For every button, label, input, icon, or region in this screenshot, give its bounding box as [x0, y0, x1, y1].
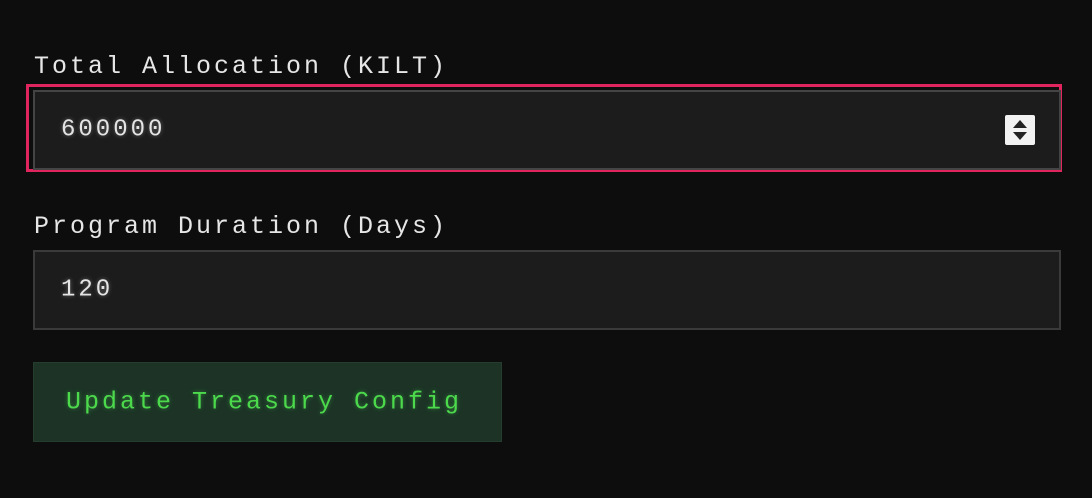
program-duration-label: Program Duration (Days) — [34, 212, 449, 241]
decrement-arrow-icon[interactable] — [1013, 132, 1027, 140]
total-allocation-value: 600000 — [61, 116, 166, 144]
total-allocation-input[interactable]: 600000 — [33, 90, 1061, 170]
program-duration-input[interactable]: 120 — [33, 250, 1061, 330]
number-stepper-icon[interactable] — [1005, 115, 1035, 145]
update-treasury-config-button[interactable]: Update Treasury Config — [33, 362, 502, 442]
program-duration-value: 120 — [61, 276, 114, 304]
update-treasury-config-label: Update Treasury Config — [66, 387, 463, 417]
total-allocation-label: Total Allocation (KILT) — [34, 52, 449, 81]
increment-arrow-icon[interactable] — [1013, 120, 1027, 128]
